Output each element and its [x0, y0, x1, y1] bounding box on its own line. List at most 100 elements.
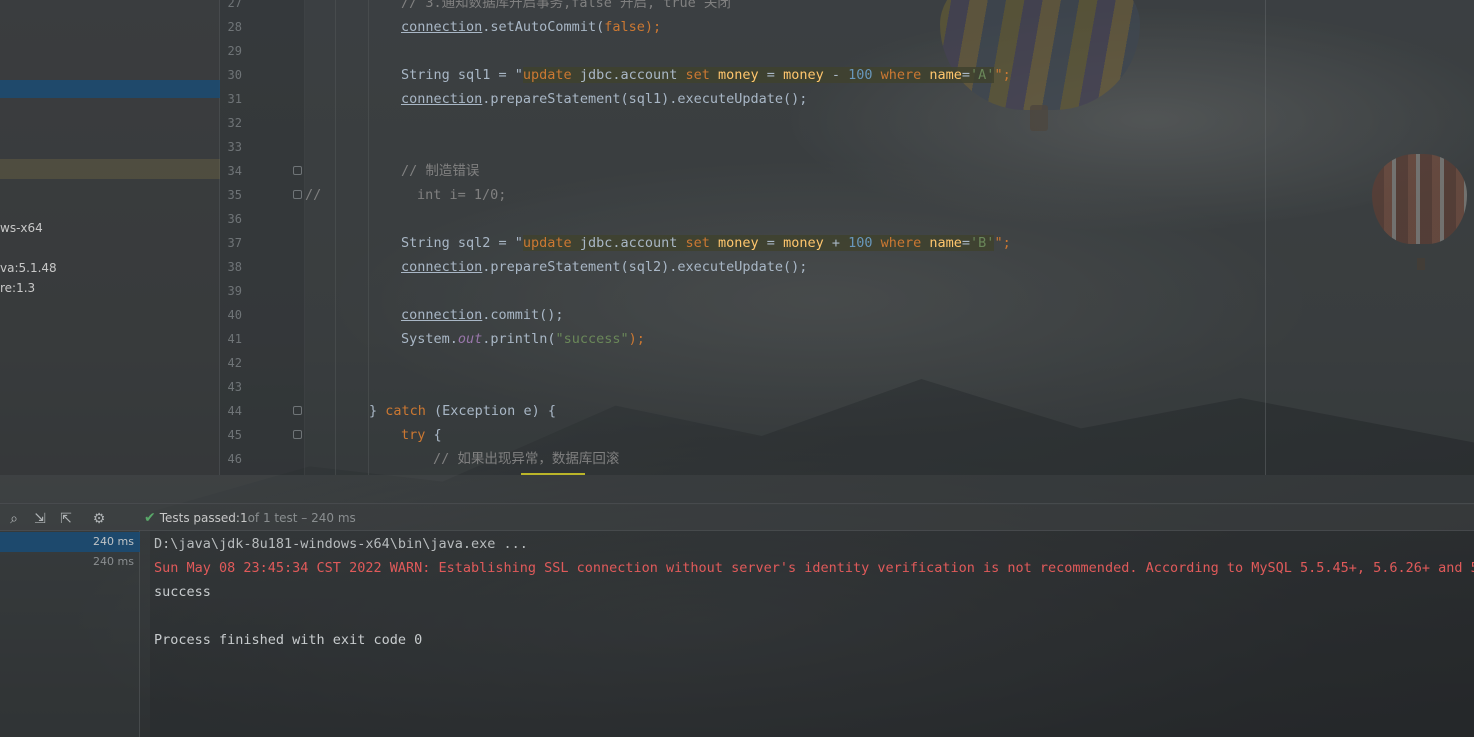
check-icon: ✔	[144, 510, 156, 526]
line-number: 34	[227, 164, 242, 178]
code-line-27: // 3.通知数据库开启事务,false 开启, true 关闭	[401, 0, 731, 11]
code-line-38: connection.prepareStatement(sql2).execut…	[401, 255, 807, 279]
line-number: 44	[227, 404, 242, 418]
code-token: }	[369, 403, 386, 419]
line-number: 36	[227, 212, 242, 226]
code-token: .prepareStatement(sql1).executeUpdate();	[482, 91, 808, 107]
search-history-icon[interactable]: ⌕	[6, 511, 22, 527]
sql-token: 100	[848, 235, 873, 251]
gear-icon[interactable]: ⚙	[91, 511, 107, 527]
code-token: ";	[994, 67, 1011, 83]
run-panel-header	[0, 475, 1474, 505]
project-tree-item[interactable]: re:1.3	[0, 281, 35, 295]
code-line-46: // 如果出现异常，数据库回滚	[433, 451, 620, 467]
code-token: false	[604, 19, 645, 35]
code-token: .println(	[482, 331, 556, 347]
code-line-34: // 制造错误	[401, 163, 480, 179]
code-token: connection	[401, 307, 483, 323]
code-token: out	[457, 331, 483, 347]
line-number: 35	[227, 188, 242, 202]
console-output[interactable]: D:\java\jdk-8u181-windows-x64\bin\java.e…	[140, 531, 1474, 737]
sql-token: update	[522, 235, 572, 251]
code-token: .prepareStatement(sql2).executeUpdate();	[482, 259, 808, 275]
code-token: try	[401, 427, 426, 443]
project-tree-item[interactable]: ws-x64	[0, 221, 43, 235]
sql-token: set	[685, 67, 710, 83]
sql-token: money	[783, 67, 824, 83]
sql-token: 'A'	[970, 67, 995, 83]
line-number: 39	[227, 284, 242, 298]
line-number: 33	[227, 140, 242, 154]
code-line-28: connection.setAutoCommit(false);	[401, 15, 661, 39]
sql-token: money	[709, 67, 759, 83]
line-number: 29	[227, 44, 242, 58]
sql-token: =	[961, 67, 971, 83]
line-number: 46	[227, 452, 242, 466]
code-token: .setAutoCommit(	[482, 19, 605, 35]
test-results-tree: 240 ms 240 ms	[0, 531, 140, 737]
test-tree-row[interactable]: 240 ms	[0, 532, 140, 552]
console-line-command: D:\java\jdk-8u181-windows-x64\bin\java.e…	[154, 536, 528, 552]
tests-status-rest: of 1 test – 240 ms	[247, 511, 356, 525]
line-number: 27	[227, 0, 242, 10]
project-tree-selected-row[interactable]	[0, 80, 220, 98]
line-number: 45	[227, 428, 242, 442]
code-token: .commit();	[482, 307, 564, 323]
line-number: 32	[227, 116, 242, 130]
code-line-40: connection.commit();	[401, 303, 564, 327]
fold-marker-icon[interactable]	[293, 430, 302, 439]
sql-token: -	[823, 67, 849, 83]
sql-token: money	[709, 235, 759, 251]
sql-token: name	[921, 235, 962, 251]
code-line-35: int i= 1/0;	[417, 187, 507, 203]
import-tests-icon[interactable]: ⇲	[32, 511, 48, 527]
sql-token: money	[783, 235, 824, 251]
code-editor[interactable]: 27 28 29 30 31 32 33 34 35 36 37 38 39 4…	[220, 0, 1474, 475]
project-tree-item[interactable]: va:5.1.48	[0, 261, 57, 275]
sql-token: =	[758, 67, 784, 83]
fold-marker-icon[interactable]	[293, 406, 302, 415]
sql-token: jdbc.account	[571, 67, 686, 83]
line-number: 43	[227, 380, 242, 394]
line-number: 37	[227, 236, 242, 250]
fold-marker-icon[interactable]	[293, 166, 302, 175]
sql-token: update	[522, 67, 572, 83]
code-token: connection	[401, 259, 483, 275]
code-token: ";	[994, 235, 1011, 251]
sql-token: =	[758, 235, 784, 251]
line-number: 31	[227, 92, 242, 106]
sql-token: where	[872, 67, 922, 83]
line-number: 38	[227, 260, 242, 274]
sql-token: 'B'	[970, 235, 995, 251]
sql-token: 100	[848, 67, 873, 83]
line-number: 28	[227, 20, 242, 34]
test-duration: 240 ms	[93, 535, 134, 548]
code-token: String sql2 = "	[401, 235, 523, 251]
export-tests-icon[interactable]: ⇱	[58, 511, 74, 527]
editor-gutter: 27 28 29 30 31 32 33 34 35 36 37 38 39 4…	[220, 0, 305, 475]
fold-marker-icon[interactable]	[293, 190, 302, 199]
code-token: System.	[401, 331, 458, 347]
code-line-37: String sql2 = "update jdbc.account set m…	[401, 231, 1011, 255]
test-tree-row[interactable]: 240 ms	[0, 552, 140, 572]
indent-guide	[335, 0, 336, 475]
tests-passed-count: 1	[239, 511, 248, 525]
tests-status-label: Tests passed:	[159, 511, 240, 525]
test-duration: 240 ms	[93, 555, 134, 568]
code-token: (Exception e) {	[425, 403, 556, 419]
line-number: 42	[227, 356, 242, 370]
project-tree-panel: ws-x64 va:5.1.48 re:1.3	[0, 0, 220, 475]
sql-token: where	[872, 235, 922, 251]
code-token: {	[425, 427, 442, 443]
code-line-31: connection.prepareStatement(sql1).execut…	[401, 87, 807, 111]
code-token: String sql1 = "	[401, 67, 523, 83]
sql-token: jdbc.account	[571, 235, 686, 251]
line-number: 40	[227, 308, 242, 322]
sql-token: =	[961, 235, 971, 251]
project-tree-highlight-row[interactable]	[0, 159, 220, 179]
sql-token: name	[921, 67, 962, 83]
console-line-exit: Process finished with exit code 0	[154, 632, 423, 648]
console-line-warning: Sun May 08 23:45:34 CST 2022 WARN: Estab…	[154, 560, 1474, 576]
run-toolbar: ⌕ ⇲ ⇱ ⚙ ✔ Tests passed: 1 of 1 test – 24…	[0, 503, 1474, 531]
code-token: connection	[401, 19, 483, 35]
